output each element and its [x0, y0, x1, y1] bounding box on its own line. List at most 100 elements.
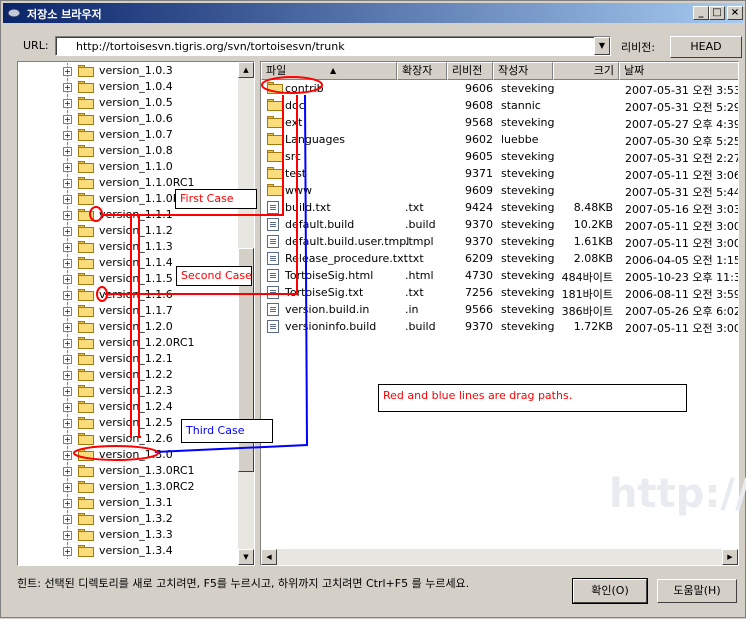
file-revision: 9606 [465, 82, 493, 95]
tree-item[interactable]: + version_1.1.7 [18, 303, 240, 319]
expand-plus-icon[interactable]: + [63, 211, 72, 220]
scroll-right-icon[interactable]: ▶ [722, 549, 738, 565]
tree-item[interactable]: + version_1.2.0RC1 [18, 335, 240, 351]
expand-plus-icon[interactable]: + [63, 163, 72, 172]
expand-plus-icon[interactable]: + [63, 307, 72, 316]
tree-item[interactable]: + version_1.0.7 [18, 127, 240, 143]
head-revision-button[interactable]: HEAD [670, 36, 742, 58]
expand-plus-icon[interactable]: + [63, 131, 72, 140]
file-author: steveking [501, 235, 555, 248]
expand-plus-icon[interactable]: + [63, 323, 72, 332]
expand-plus-icon[interactable]: + [63, 275, 72, 284]
expand-plus-icon[interactable]: + [63, 147, 72, 156]
tree-item[interactable]: + version_1.1.0 [18, 159, 240, 175]
expand-plus-icon[interactable]: + [63, 115, 72, 124]
tree-item[interactable]: + version_1.1.3 [18, 239, 240, 255]
tree-item[interactable]: + version_1.2.2 [18, 367, 240, 383]
list-row[interactable]: src 9605 steveking 2007-05-31 오전 2:27 [261, 148, 738, 165]
tree-item[interactable]: + version_1.2.0 [18, 319, 240, 335]
column-header-date[interactable]: 날짜 [619, 62, 738, 80]
tree-item[interactable]: + version_1.2.3 [18, 383, 240, 399]
list-row[interactable]: default.build.user.tmpl .tmpl 9370 stevekin… [261, 233, 738, 250]
folder-icon [78, 97, 94, 109]
minimize-button[interactable]: _ [693, 6, 709, 20]
list-row[interactable]: contrib 9606 steveking 2007-05-31 오전 3:53 [261, 80, 738, 97]
tree-item[interactable]: + version_1.1.2 [18, 223, 240, 239]
tree-item[interactable]: + version_1.1.1 [18, 207, 240, 223]
expand-plus-icon[interactable]: + [63, 387, 72, 396]
expand-plus-icon[interactable]: + [63, 483, 72, 492]
expand-plus-icon[interactable]: + [63, 83, 72, 92]
expand-plus-icon[interactable]: + [63, 451, 72, 460]
chevron-down-icon[interactable]: ▼ [594, 37, 610, 55]
expand-plus-icon[interactable]: + [63, 467, 72, 476]
list-row[interactable]: ext 9568 steveking 2007-05-27 오후 4:39 [261, 114, 738, 131]
url-combobox[interactable]: http://tortoisesvn.tigris.org/svn/tortoi… [55, 36, 611, 56]
list-row[interactable]: TortoiseSig.html .html 4730 steveking 484바이트… [261, 267, 738, 284]
expand-plus-icon[interactable]: + [63, 259, 72, 268]
list-row[interactable]: Languages 9602 luebbe 2007-05-30 오후 5:25 [261, 131, 738, 148]
file-icon [267, 201, 279, 214]
expand-plus-icon[interactable]: + [63, 435, 72, 444]
expand-plus-icon[interactable]: + [63, 99, 72, 108]
tree-item[interactable]: + version_1.3.2 [18, 511, 240, 527]
tree-item[interactable]: + version_1.3.3 [18, 527, 240, 543]
tree-item[interactable]: + version_1.0.5 [18, 95, 240, 111]
expand-plus-icon[interactable]: + [63, 243, 72, 252]
tree-item[interactable]: + version_1.2.1 [18, 351, 240, 367]
scroll-down-icon[interactable]: ▼ [238, 549, 254, 565]
tree-item[interactable]: + version_1.2.4 [18, 399, 240, 415]
maximize-button[interactable]: □ [709, 6, 725, 20]
close-button[interactable]: × [727, 6, 743, 20]
expand-plus-icon[interactable]: + [63, 403, 72, 412]
expand-plus-icon[interactable]: + [63, 419, 72, 428]
list-horizontal-scrollbar[interactable]: ◀ ▶ [261, 549, 738, 565]
column-header-extension[interactable]: 확장자 [397, 62, 447, 80]
tree-item[interactable]: + version_1.0.8 [18, 143, 240, 159]
expand-plus-icon[interactable]: + [63, 547, 72, 556]
expand-plus-icon[interactable]: + [63, 499, 72, 508]
list-row[interactable]: test 9371 steveking 2007-05-11 오전 3:06 [261, 165, 738, 182]
help-button[interactable]: 도움말(H) [657, 579, 737, 603]
expand-plus-icon[interactable]: + [63, 67, 72, 76]
list-row[interactable]: Release_procedure.txt .txt 6209 steveking 2.… [261, 250, 738, 267]
expand-plus-icon[interactable]: + [63, 227, 72, 236]
repository-tree[interactable]: + version_1.0.3 + version_1.0.4 + version_1.0… [17, 61, 255, 566]
tree-item[interactable]: + version_1.3.0 [18, 447, 240, 463]
list-row[interactable]: TortoiseSig.txt .txt 7256 steveking 181바이트 20… [261, 284, 738, 301]
tree-item[interactable]: + version_1.1.6 [18, 287, 240, 303]
expand-plus-icon[interactable]: + [63, 291, 72, 300]
ok-button[interactable]: 확인(O) [572, 578, 648, 604]
expand-plus-icon[interactable]: + [63, 179, 72, 188]
column-header-file[interactable]: 파일 ▲ [261, 62, 397, 80]
expand-plus-icon[interactable]: + [63, 531, 72, 540]
folder-icon [267, 133, 283, 145]
folder-icon [78, 145, 94, 157]
list-row[interactable]: doc 9608 stannic 2007-05-31 오전 5:29 [261, 97, 738, 114]
expand-plus-icon[interactable]: + [63, 195, 72, 204]
scroll-up-icon[interactable]: ▲ [238, 62, 254, 78]
expand-plus-icon[interactable]: + [63, 371, 72, 380]
list-row[interactable]: version.build.in .in 9566 steveking 386바이트 20… [261, 301, 738, 318]
column-header-size[interactable]: 크기 [553, 62, 619, 80]
column-header-author[interactable]: 작성자 [493, 62, 553, 80]
tree-item[interactable]: + version_1.3.0RC2 [18, 479, 240, 495]
tree-vertical-scrollbar[interactable]: ▲ ▼ [238, 62, 254, 565]
tree-item[interactable]: + version_1.0.4 [18, 79, 240, 95]
expand-plus-icon[interactable]: + [63, 355, 72, 364]
list-row[interactable]: versioninfo.build .build 9370 steveking 1.72… [261, 318, 738, 335]
list-row[interactable]: build.txt .txt 9424 steveking 8.48KB 2007-05-… [261, 199, 738, 216]
tree-item[interactable]: + version_1.3.1 [18, 495, 240, 511]
tree-item[interactable]: + version_1.0.3 [18, 63, 240, 79]
file-icon [267, 303, 279, 316]
tree-item[interactable]: + version_1.3.0RC1 [18, 463, 240, 479]
tree-item[interactable]: + version_1.3.4 [18, 543, 240, 559]
expand-plus-icon[interactable]: + [63, 339, 72, 348]
url-value[interactable]: http://tortoisesvn.tigris.org/svn/tortoi… [76, 40, 345, 53]
expand-plus-icon[interactable]: + [63, 515, 72, 524]
list-row[interactable]: www 9609 steveking 2007-05-31 오전 5:44 [261, 182, 738, 199]
column-header-revision[interactable]: 리비전 [447, 62, 493, 80]
tree-item[interactable]: + version_1.0.6 [18, 111, 240, 127]
list-row[interactable]: default.build .build 9370 steveking 10.2KB 20… [261, 216, 738, 233]
scroll-left-icon[interactable]: ◀ [261, 549, 277, 565]
